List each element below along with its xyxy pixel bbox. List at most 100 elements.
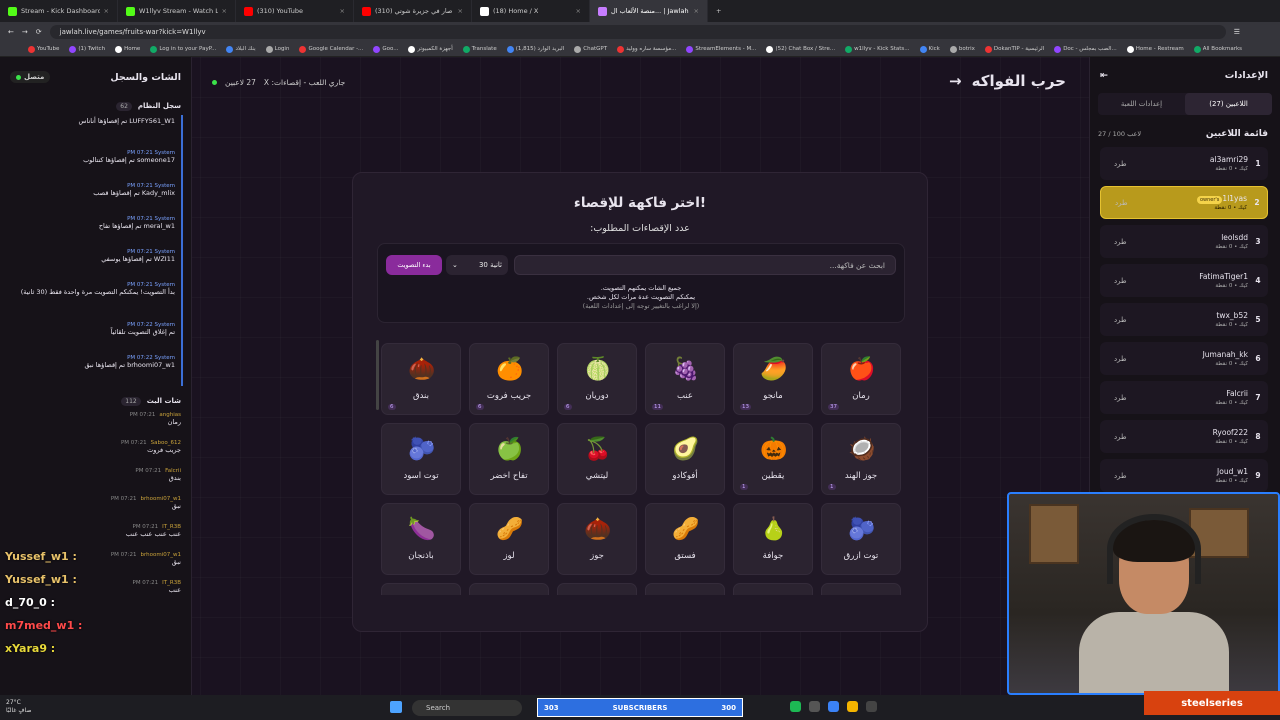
kick-button[interactable]: طرد: [1101, 199, 1128, 207]
bookmark-item[interactable]: مؤسسة ساره ووليد...: [617, 45, 676, 53]
kick-button[interactable]: طرد: [1100, 433, 1127, 441]
vote-count: 1: [828, 484, 836, 490]
back-icon[interactable]: ←: [8, 28, 14, 36]
fruit-card[interactable]: [469, 583, 549, 595]
close-icon[interactable]: ×: [576, 7, 581, 15]
fruit-card[interactable]: [733, 583, 813, 595]
bookmark-item[interactable]: Login: [265, 45, 289, 53]
fruit-card[interactable]: 🥜 فستق: [645, 503, 725, 575]
taskbar-search[interactable]: Search: [412, 700, 522, 716]
tab-players[interactable]: اللاعبين (27): [1185, 93, 1272, 115]
fruit-card[interactable]: 🫐 توت ازرق: [821, 503, 901, 575]
bookmark-item[interactable]: botrix: [949, 45, 975, 53]
bookmark-item[interactable]: All Bookmarks: [1193, 45, 1242, 53]
bookmark-item[interactable]: DokanTIP - الرئيسية: [984, 45, 1044, 53]
fruit-card[interactable]: [557, 583, 637, 595]
weather-widget[interactable]: 27°C صافٍ غالبًا: [6, 699, 31, 715]
bookmark-item[interactable]: StreamElements - M...: [686, 45, 756, 53]
fruit-card[interactable]: 🎃 يقطين 1: [733, 423, 813, 495]
fruit-card[interactable]: 🥑 أفوكادو: [645, 423, 725, 495]
bookmark-item[interactable]: YouTube: [28, 45, 59, 53]
reload-icon[interactable]: ⟳: [36, 28, 42, 36]
tab-label: (310) وش صار في جزيرة شوتي: [375, 7, 454, 15]
forward-icon[interactable]: →: [22, 28, 28, 36]
fruit-card[interactable]: [381, 583, 461, 595]
kick-button[interactable]: طرد: [1100, 160, 1127, 168]
live-chat-header[interactable]: شات البث 112: [0, 392, 191, 410]
extensions-icon[interactable]: ☰: [1234, 28, 1240, 36]
kick-button[interactable]: طرد: [1100, 355, 1127, 363]
back-arrow-icon[interactable]: →: [949, 72, 962, 90]
log-message: PM 07:21 System meral_w1 تم إقصاؤها تفاح: [10, 214, 183, 247]
browser-tab[interactable]: منصة الألعاب ال... | Jawlah | جولة ×: [590, 0, 708, 22]
sponsor-logo: steelseries: [1144, 691, 1280, 715]
url-field[interactable]: jawlah.live/games/fruits-war?kick=W1llyv: [49, 25, 1226, 39]
fruit-card[interactable]: [645, 583, 725, 595]
close-icon[interactable]: ×: [458, 7, 463, 15]
fruit-card[interactable]: 🍊 جريب فروت 6: [469, 343, 549, 415]
browser-tab[interactable]: (310) وش صار في جزيرة شوتي ×: [354, 0, 472, 22]
kick-button[interactable]: طرد: [1100, 238, 1127, 246]
fruit-card[interactable]: 🍏 تفاح اخضر: [469, 423, 549, 495]
chrome-icon[interactable]: [847, 701, 858, 712]
fruit-card[interactable]: 🌰 بندق 6: [381, 343, 461, 415]
browser-tab[interactable]: Stream - Kick Dashboard ×: [0, 0, 118, 22]
browser-tab[interactable]: W1llyv Stream - Watch Live on ×: [118, 0, 236, 22]
tab-game-settings[interactable]: إعدادات اللعبة: [1098, 93, 1185, 115]
bookmark-label: (1,815) البريد الوارد: [515, 46, 565, 52]
bookmark-item[interactable]: (52) Chat Box / Stre...: [766, 45, 835, 53]
fruit-card[interactable]: 🫐 توت اسود: [381, 423, 461, 495]
app-icon[interactable]: [809, 701, 820, 712]
bookmark-item[interactable]: Log in to your PayP...: [150, 45, 216, 53]
chat-time: PM 07:21: [135, 468, 162, 474]
bookmark-item[interactable]: Home - Restream: [1126, 45, 1184, 53]
bookmark-item[interactable]: (1) Twitch: [69, 45, 106, 53]
fruit-card[interactable]: 🍎 رمان 37: [821, 343, 901, 415]
bookmark-item[interactable]: Translate: [462, 45, 497, 53]
fruit-card[interactable]: 🥥 جوز الهند 1: [821, 423, 901, 495]
bookmark-item[interactable]: w1llyv - Kick Stats...: [845, 45, 910, 53]
player-count: 27 لاعبين: [225, 78, 256, 87]
close-icon[interactable]: ×: [104, 7, 109, 15]
app-icon[interactable]: [866, 701, 877, 712]
bookmark-item[interactable]: Home: [115, 45, 140, 53]
fruit-card[interactable]: 🌰 جوز: [557, 503, 637, 575]
fruit-card[interactable]: 🍐 جوافة: [733, 503, 813, 575]
kick-button[interactable]: طرد: [1100, 394, 1127, 402]
bookmark-item[interactable]: Goo...: [373, 45, 398, 53]
bookmark-label: (1) Twitch: [78, 46, 106, 52]
close-icon[interactable]: ×: [694, 7, 699, 15]
bookmark-item[interactable]: Kick: [919, 45, 940, 53]
bookmark-item[interactable]: Google Calendar -...: [299, 45, 363, 53]
bookmark-item[interactable]: بنك البلاد: [226, 45, 256, 53]
bookmark-item[interactable]: Doc - الصب بمجلس...: [1054, 45, 1117, 53]
fruit-card[interactable]: 🍇 عنب 11: [645, 343, 725, 415]
spotify-icon[interactable]: [790, 701, 801, 712]
new-tab-icon[interactable]: +: [708, 7, 729, 15]
start-vote-button[interactable]: بدء التصويت: [386, 255, 442, 275]
bookmark-item[interactable]: (1,815) البريد الوارد: [506, 45, 565, 53]
kick-button[interactable]: طرد: [1100, 277, 1127, 285]
kick-button[interactable]: طرد: [1100, 472, 1127, 480]
bookmark-item[interactable]: ChatGPT: [574, 45, 607, 53]
windows-start-icon[interactable]: [390, 701, 402, 713]
close-icon[interactable]: ×: [340, 7, 345, 15]
bookmark-item[interactable]: أجهزة الكمبيوتر: [408, 45, 453, 53]
fruit-card[interactable]: 🍒 ليتشي: [557, 423, 637, 495]
fruit-card[interactable]: 🍈 دوريان 6: [557, 343, 637, 415]
close-icon[interactable]: ×: [222, 7, 227, 15]
fruit-search-input[interactable]: ابحث عن فاكهة...: [514, 255, 896, 275]
player-row: 1 al3amri29 كيك • 0 نقطة طرد: [1100, 147, 1268, 180]
grid-scrollbar[interactable]: [376, 340, 379, 410]
fruit-card[interactable]: 🥜 لوز: [469, 503, 549, 575]
browser-tab[interactable]: (310) YouTube ×: [236, 0, 354, 22]
fruit-card[interactable]: 🥭 مانجو 13: [733, 343, 813, 415]
browser-tab[interactable]: (18) Home / X ×: [472, 0, 590, 22]
fruit-card[interactable]: [821, 583, 901, 595]
system-log-header[interactable]: سجل النظام 62: [0, 97, 191, 115]
collapse-icon[interactable]: ⇤: [1100, 70, 1108, 81]
fruit-card[interactable]: 🍆 باذنجان: [381, 503, 461, 575]
timer-select[interactable]: ⌄ 30 ثانية: [446, 255, 508, 275]
app-icon[interactable]: [828, 701, 839, 712]
kick-button[interactable]: طرد: [1100, 316, 1127, 324]
